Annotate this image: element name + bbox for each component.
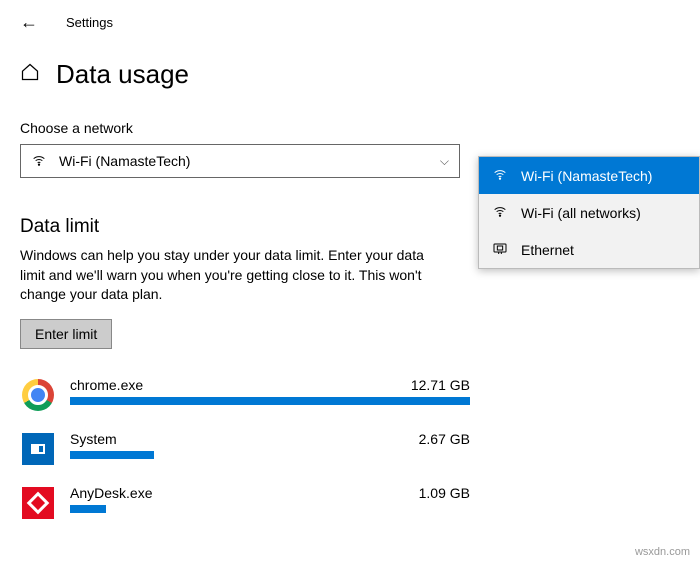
wifi-icon [491,166,509,185]
back-button[interactable]: ← [20,12,38,33]
dropdown-item-1[interactable]: Wi-Fi (all networks) [479,194,699,231]
chrome-icon [20,377,56,413]
dropdown-item-label: Ethernet [521,242,574,258]
page-title: Data usage [56,59,189,90]
app-row: chrome.exe12.71 GB [20,377,450,413]
network-dropdown[interactable]: Wi-Fi (NamasteTech) ⌵ [20,144,460,178]
network-dropdown-popup: Wi-Fi (NamasteTech) Wi-Fi (all networks) E… [478,156,700,269]
wifi-icon [31,152,47,171]
enter-limit-button[interactable]: Enter limit [20,319,112,349]
usage-bar [70,397,470,405]
network-dropdown-value: Wi-Fi (NamasteTech) [59,153,190,169]
app-name: AnyDesk.exe [70,485,152,501]
dropdown-item-label: Wi-Fi (all networks) [521,205,641,221]
choose-network-label: Choose a network [20,120,450,136]
dropdown-item-2[interactable]: Ethernet [479,231,699,268]
dropdown-item-0[interactable]: Wi-Fi (NamasteTech) [479,157,699,194]
app-row: System2.67 GB [20,431,450,467]
settings-breadcrumb: Settings [66,15,113,30]
app-row: AnyDesk.exe1.09 GB [20,485,450,521]
app-name: System [70,431,117,447]
system-icon [20,431,56,467]
data-limit-desc: Windows can help you stay under your dat… [20,246,450,305]
app-usage: 2.67 GB [419,431,470,447]
anydesk-icon [20,485,56,521]
usage-bar [70,451,470,459]
watermark: wsxdn.com [635,546,690,558]
chevron-down-icon: ⌵ [440,154,449,169]
dropdown-item-label: Wi-Fi (NamasteTech) [521,168,652,184]
app-name: chrome.exe [70,377,143,393]
app-usage: 1.09 GB [419,485,470,501]
home-icon[interactable] [20,62,40,87]
usage-bar [70,505,470,513]
app-usage: 12.71 GB [411,377,470,393]
ethernet-icon [491,240,509,259]
data-limit-title: Data limit [20,216,450,238]
wifi-icon [491,203,509,222]
